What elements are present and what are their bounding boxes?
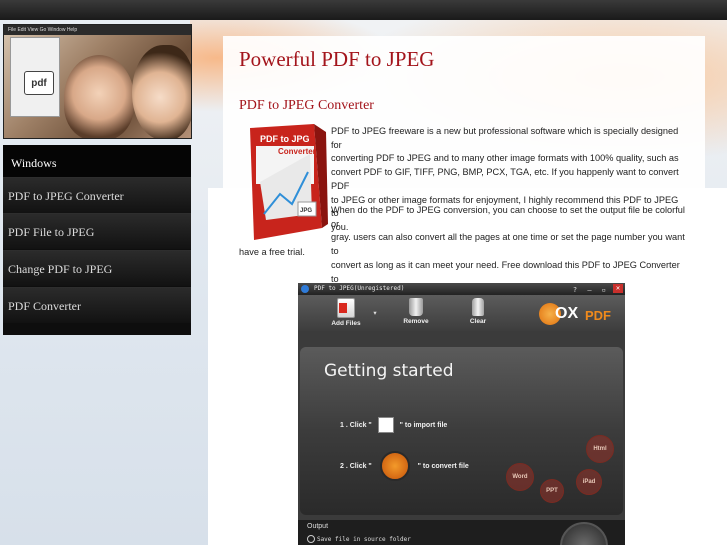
app-toolbar: Add Files ▾ Remove Clear OX PDF (298, 295, 625, 331)
output-section: Output Save file in source folder (298, 520, 625, 545)
app-window-title: PDF to JPEG(Unregistered) (314, 285, 405, 292)
ipad-bubble-icon: iPad (576, 469, 602, 495)
step-1-number: 1 . (340, 421, 348, 429)
brand-suffix: PDF (585, 308, 611, 323)
oxpdf-logo: OX PDF (539, 302, 617, 328)
getting-started-panel: Getting started 1 . Click " " to import … (300, 347, 623, 515)
close-icon[interactable]: ✕ (613, 284, 623, 293)
step-2: 2 . Click " " to convert file (340, 451, 469, 481)
nav-item-pdf-to-jpeg-converter[interactable]: PDF to JPEG Converter (3, 177, 191, 213)
ppt-bubble-icon: PPT (540, 479, 564, 503)
paragraph-2-line: When do the PDF to JPEG conversion, you … (331, 205, 685, 229)
trash-icon (409, 298, 423, 316)
app-logo-icon (301, 285, 309, 293)
paragraph-2-last-line: have a free trial. (239, 247, 305, 257)
paragraph-1-line: convert PDF to GIF, TIFF, PNG, BMP, PCX,… (331, 167, 679, 191)
clear-label: Clear (469, 318, 487, 325)
output-option-label: Save file in source folder (316, 535, 411, 543)
nav-header-windows[interactable]: Windows (3, 145, 191, 181)
paragraph-1-line: PDF to JPEG freeware is a new but profes… (331, 126, 679, 150)
paragraph-1-line: converting PDF to JPEG and to many other… (331, 153, 679, 164)
product-boxshot-image: PDF to JPG Converter JPG (250, 124, 328, 240)
clear-icon (472, 298, 484, 316)
word-bubble-icon: Word (506, 463, 534, 491)
hero-menu-text: File Edit View Go Window Help (8, 27, 78, 33)
sidebar-nav: Windows PDF to JPEG Converter PDF File t… (3, 145, 191, 335)
output-label: Output (307, 523, 329, 530)
hero-person-man (64, 55, 134, 138)
page-title: Powerful PDF to JPEG (239, 47, 435, 71)
remove-label: Remove (403, 318, 429, 325)
hero-person-woman (132, 45, 191, 138)
paragraph-2: When do the PDF to JPEG conversion, you … (331, 204, 687, 286)
boxshot-line1: PDF to JPG (260, 134, 310, 144)
app-screenshot: PDF to JPEG(Unregistered) ? — ▫ ✕ Add Fi… (298, 283, 625, 545)
convert-file-icon (379, 451, 410, 481)
step-2-number: 2 . (340, 462, 348, 470)
step-2-post: " to convert file (417, 462, 469, 470)
clear-button[interactable]: Clear (458, 298, 498, 325)
step-2-pre: Click " (349, 462, 372, 470)
brand-prefix: OX (555, 305, 579, 322)
hero-image: File Edit View Go Window Help pdf (3, 24, 192, 139)
getting-started-title: Getting started (324, 361, 454, 381)
remove-button[interactable]: Remove (396, 298, 436, 325)
step-1-post: " to import file (399, 421, 448, 429)
paragraph-2-line: gray. users can also convert all the pag… (331, 232, 685, 257)
add-files-icon (337, 298, 355, 318)
top-bar (0, 0, 727, 20)
output-option[interactable]: Save file in source folder (307, 535, 411, 543)
add-files-button[interactable]: Add Files (326, 298, 366, 327)
import-file-icon (377, 417, 394, 433)
pdf-badge-icon: pdf (24, 71, 54, 95)
app-title-bar: PDF to JPEG(Unregistered) ? — ▫ ✕ (298, 283, 625, 295)
step-1-pre: Click " (349, 421, 372, 429)
add-files-label: Add Files (331, 320, 361, 327)
boxshot-side: JPG (300, 208, 312, 214)
html-bubble-icon: Html (586, 435, 614, 463)
pdf-page-icon (339, 303, 347, 313)
radio-icon[interactable] (307, 535, 315, 543)
convert-button[interactable] (560, 522, 608, 545)
nav-item-pdf-file-to-jpeg[interactable]: PDF File to JPEG (3, 213, 191, 249)
boxshot-line2: Converter (278, 147, 316, 156)
add-files-dropdown-icon[interactable]: ▾ (370, 309, 380, 317)
nav-item-pdf-converter[interactable]: PDF Converter (3, 287, 191, 323)
paragraph-2-line: convert as long as it can meet your need… (331, 259, 680, 284)
nav-item-change-pdf-to-jpeg[interactable]: Change PDF to JPEG (3, 250, 191, 286)
step-1: 1 . Click " " to import file (340, 417, 447, 433)
section-title: PDF to JPEG Converter (239, 98, 374, 113)
